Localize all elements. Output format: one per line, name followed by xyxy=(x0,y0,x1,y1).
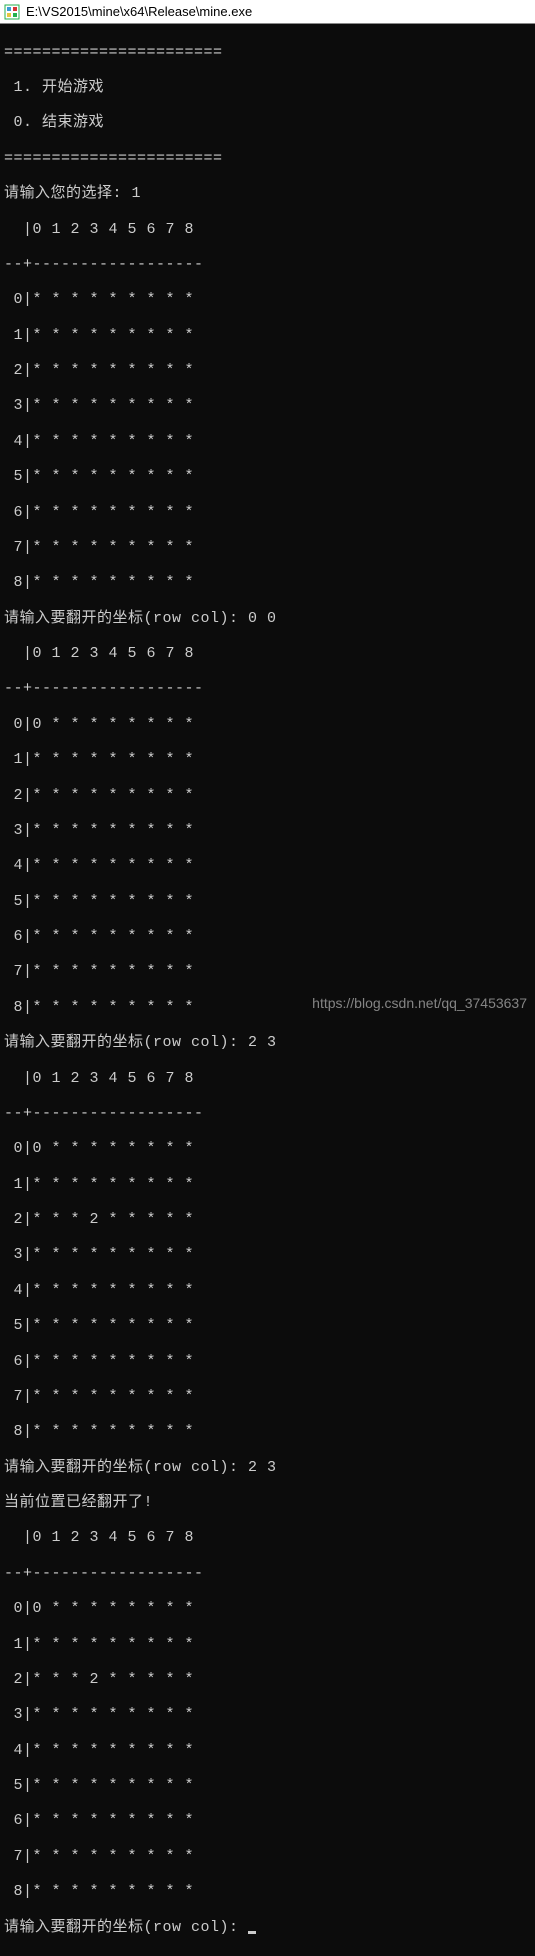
coord-input[interactable]: 2 3 xyxy=(248,1034,277,1051)
board-row: 0|* * * * * * * * * xyxy=(4,291,531,309)
menu-item-exit: 0. 结束游戏 xyxy=(4,114,531,132)
board-row: 0|0 * * * * * * * * xyxy=(4,1600,531,1618)
board-row: 6|* * * * * * * * * xyxy=(4,1353,531,1371)
console-output: ======================= 1. 开始游戏 0. 结束游戏 … xyxy=(0,24,535,1956)
board-row: 2|* * * * * * * * * xyxy=(4,362,531,380)
column-header: |0 1 2 3 4 5 6 7 8 xyxy=(4,645,531,663)
board-row: 1|* * * * * * * * * xyxy=(4,751,531,769)
coord-prompt: 请输入要翻开的坐标(row col): 2 3 xyxy=(4,1459,531,1477)
divider-line: ======================= xyxy=(4,150,531,168)
board-row: 4|* * * * * * * * * xyxy=(4,433,531,451)
board-row: 6|* * * * * * * * * xyxy=(4,504,531,522)
board-row: 2|* * * 2 * * * * * xyxy=(4,1671,531,1689)
app-icon xyxy=(4,4,20,20)
board-row: 1|* * * * * * * * * xyxy=(4,1176,531,1194)
choice-prompt: 请输入您的选择: 1 xyxy=(4,185,531,203)
coord-prompt: 请输入要翻开的坐标(row col): 0 0 xyxy=(4,610,531,628)
column-header: |0 1 2 3 4 5 6 7 8 xyxy=(4,1070,531,1088)
board-row: 1|* * * * * * * * * xyxy=(4,1636,531,1654)
divider-line: ======================= xyxy=(4,44,531,62)
board-row: 5|* * * * * * * * * xyxy=(4,468,531,486)
board-row: 0|0 * * * * * * * * xyxy=(4,1140,531,1158)
window-titlebar: E:\VS2015\mine\x64\Release\mine.exe xyxy=(0,0,535,24)
already-open-msg: 当前位置已经翻开了! xyxy=(4,1494,531,1512)
board-row: 4|* * * * * * * * * xyxy=(4,1742,531,1760)
board-row: 6|* * * * * * * * * xyxy=(4,1812,531,1830)
column-header: |0 1 2 3 4 5 6 7 8 xyxy=(4,1529,531,1547)
coord-input[interactable]: 0 0 xyxy=(248,610,277,627)
board-row: 1|* * * * * * * * * xyxy=(4,327,531,345)
menu-item-start: 1. 开始游戏 xyxy=(4,79,531,97)
board-row: 7|* * * * * * * * * xyxy=(4,963,531,981)
column-header: |0 1 2 3 4 5 6 7 8 xyxy=(4,221,531,239)
row-separator: --+------------------ xyxy=(4,680,531,698)
board-row: 3|* * * * * * * * * xyxy=(4,397,531,415)
window-title: E:\VS2015\mine\x64\Release\mine.exe xyxy=(26,4,252,19)
board-row: 7|* * * * * * * * * xyxy=(4,1388,531,1406)
board-row: 5|* * * * * * * * * xyxy=(4,1777,531,1795)
board-row: 7|* * * * * * * * * xyxy=(4,539,531,557)
board-row: 8|* * * * * * * * * xyxy=(4,1883,531,1901)
board-row: 4|* * * * * * * * * xyxy=(4,1282,531,1300)
row-separator: --+------------------ xyxy=(4,1565,531,1583)
board-row: 2|* * * * * * * * * xyxy=(4,787,531,805)
row-separator: --+------------------ xyxy=(4,1105,531,1123)
choice-input[interactable]: 1 xyxy=(132,185,142,202)
board-row: 2|* * * 2 * * * * * xyxy=(4,1211,531,1229)
board-row: 0|0 * * * * * * * * xyxy=(4,716,531,734)
row-separator: --+------------------ xyxy=(4,256,531,274)
cursor-icon xyxy=(248,1931,256,1934)
board-row: 8|* * * * * * * * * xyxy=(4,1423,531,1441)
board-row: 5|* * * * * * * * * xyxy=(4,1317,531,1335)
board-row: 4|* * * * * * * * * xyxy=(4,857,531,875)
coord-prompt: 请输入要翻开的坐标(row col): 2 3 xyxy=(4,1034,531,1052)
board-row: 3|* * * * * * * * * xyxy=(4,1706,531,1724)
board-row: 7|* * * * * * * * * xyxy=(4,1848,531,1866)
board-row: 3|* * * * * * * * * xyxy=(4,822,531,840)
board-row: 5|* * * * * * * * * xyxy=(4,893,531,911)
coord-prompt[interactable]: 请输入要翻开的坐标(row col): xyxy=(4,1919,531,1937)
board-row: 8|* * * * * * * * * xyxy=(4,574,531,592)
coord-input[interactable]: 2 3 xyxy=(248,1459,277,1476)
watermark-text: https://blog.csdn.net/qq_37453637 xyxy=(312,995,527,1011)
board-row: 3|* * * * * * * * * xyxy=(4,1246,531,1264)
board-row: 6|* * * * * * * * * xyxy=(4,928,531,946)
